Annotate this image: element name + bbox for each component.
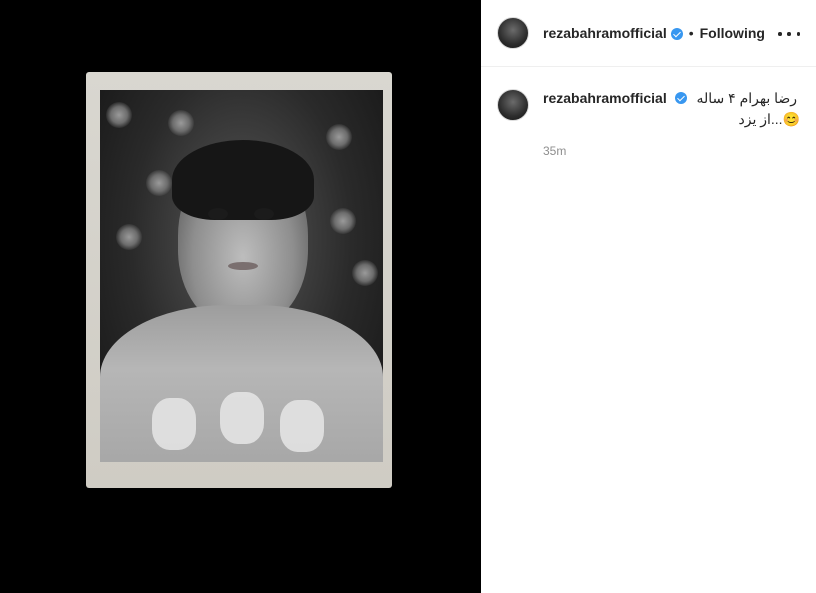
caption-text-line2: 😊...از یزد (738, 111, 801, 127)
child-eye-left (208, 208, 228, 220)
more-dot (796, 32, 800, 36)
verified-badge-icon (670, 28, 683, 40)
wallpaper-flower (116, 224, 142, 250)
comment-avatar[interactable] (497, 89, 529, 121)
following-button[interactable]: Following (700, 25, 765, 41)
more-dot (787, 32, 791, 36)
child-eye-right (254, 208, 274, 220)
caption-comment: rezabahramofficial رضا بهرام ۴ ساله 😊...… (497, 89, 800, 158)
verified-badge-icon (674, 92, 687, 104)
child-hair (172, 140, 314, 220)
comment-body: rezabahramofficial رضا بهرام ۴ ساله 😊...… (543, 89, 800, 158)
separator-dot: • (688, 25, 694, 41)
wallpaper-flower (330, 208, 356, 234)
wallpaper-flower (106, 102, 132, 128)
child-mouth (228, 262, 258, 270)
wallpaper-flower (326, 124, 352, 150)
post-sidebar: rezabahramofficial • Following rezabahra… (481, 0, 816, 593)
shirt-print (152, 398, 196, 450)
post-timestamp[interactable]: 35m (543, 144, 800, 158)
post-header: rezabahramofficial • Following (481, 0, 816, 67)
vintage-photo (100, 90, 383, 462)
more-options-icon[interactable] (778, 24, 800, 44)
wallpaper-flower (352, 260, 378, 286)
more-dot (778, 32, 782, 36)
wallpaper-flower (168, 110, 194, 136)
username-link[interactable]: rezabahramofficial (543, 25, 667, 41)
post-media[interactable] (0, 0, 481, 593)
avatar[interactable] (497, 17, 529, 49)
shirt-print (220, 392, 264, 444)
wallpaper-flower (146, 170, 172, 196)
shirt-print (280, 400, 324, 452)
caption-text: رضا بهرام ۴ ساله (696, 90, 798, 106)
comment-username-link[interactable]: rezabahramofficial (543, 90, 667, 106)
